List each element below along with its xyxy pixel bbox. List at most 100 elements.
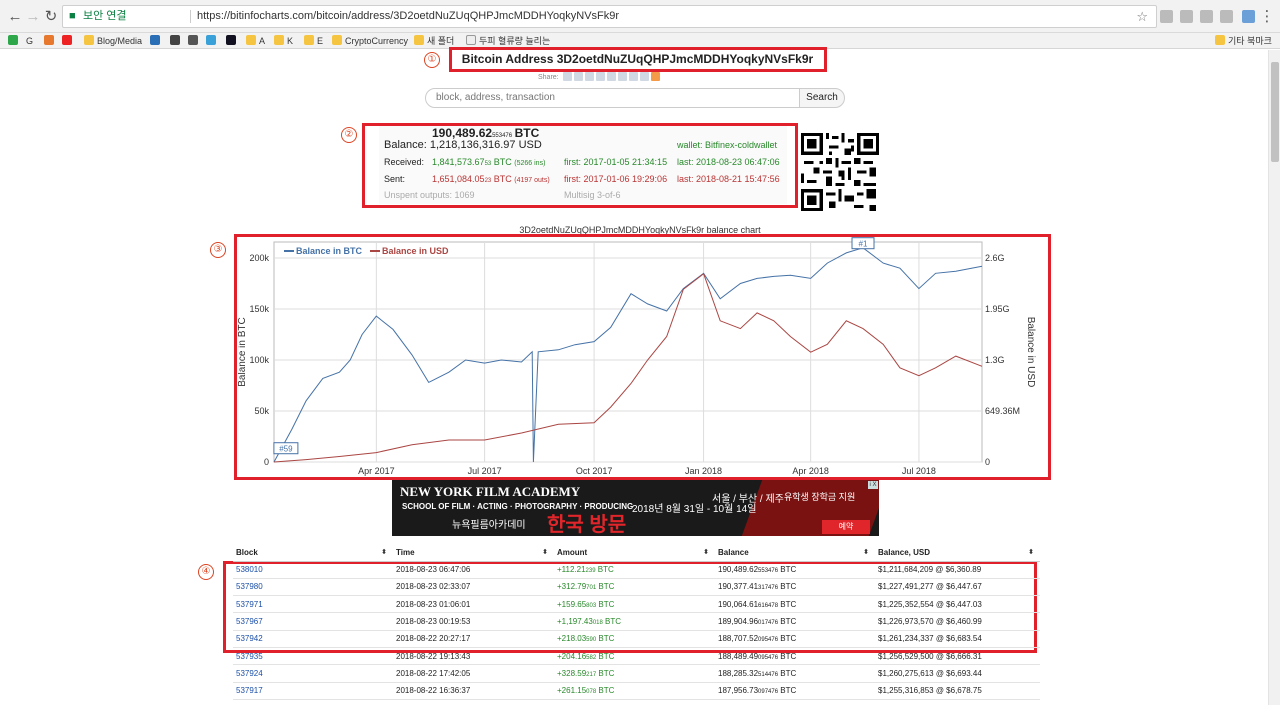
folder-icon: [1215, 35, 1225, 45]
tx-balance-usd: $1,255,316,853 @ $6,678.75: [875, 682, 1040, 700]
tx-balance: 190,377.41317476 BTC: [715, 578, 875, 597]
google-icon[interactable]: [617, 72, 627, 81]
sort-icon: ⬍: [1028, 549, 1034, 557]
y-tick-label: 0: [264, 457, 269, 467]
block-link[interactable]: 537924: [233, 664, 393, 683]
bookmark-item[interactable]: [150, 35, 163, 47]
bookmark-folder[interactable]: 새 폴더: [414, 35, 454, 47]
secure-label: 보안 연결: [83, 10, 127, 22]
folder-icon: [304, 35, 314, 45]
balance-summary: 190,489.62553476 BTC Balance: 1,218,136,…: [379, 126, 787, 204]
tx-balance-usd: $1,256,529,500 @ $6,666.31: [875, 647, 1040, 666]
advertisement-banner[interactable]: NEW YORK FILM ACADEMY SCHOOL OF FILM · A…: [392, 480, 879, 536]
bookmark-item[interactable]: [170, 35, 183, 47]
tx-balance-usd: $1,225,352,554 @ $6,447.03: [875, 595, 1040, 614]
like-icon[interactable]: [606, 72, 616, 81]
column-header-balance-usd[interactable]: Balance, USD ⬍: [875, 545, 1040, 562]
bookmark-item[interactable]: [226, 35, 239, 47]
google-plus-icon[interactable]: [639, 72, 649, 81]
bookmark-item[interactable]: [62, 35, 75, 47]
facebook-icon[interactable]: [628, 72, 638, 81]
scrollbar-thumb[interactable]: [1271, 62, 1279, 162]
column-header-time[interactable]: Time ⬍: [393, 545, 554, 562]
block-link[interactable]: 537967: [233, 612, 393, 631]
bookmark-item[interactable]: 두피 혈류량 늘리는: [466, 35, 550, 47]
reload-icon[interactable]: ↻: [42, 8, 60, 26]
search-input[interactable]: block, address, transaction: [425, 88, 800, 108]
bookmark-item[interactable]: [44, 35, 57, 47]
tx-time: 2018-08-22 20:27:17: [393, 630, 554, 648]
bookmark-folder[interactable]: K: [274, 35, 293, 47]
column-header-block[interactable]: Block ⬍: [233, 545, 393, 562]
sent-amount: 1,651,084.0523 BTC (4197 outs): [432, 174, 550, 184]
x-tick-label: Apr 2017: [358, 466, 395, 476]
table-row: 537924 2018-08-22 17:42:05 +328.59217 BTC 1…: [233, 664, 1040, 683]
wallet-link[interactable]: wallet: Bitfinex-coldwallet: [677, 140, 777, 150]
bookmark-item[interactable]: [8, 35, 21, 47]
x-tick-label: Oct 2017: [576, 466, 613, 476]
received-last: last: 2018-08-23 06:47:06: [677, 157, 780, 167]
column-header-amount[interactable]: Amount ⬍: [554, 545, 715, 562]
ad-cta-button[interactable]: 예약: [822, 520, 870, 534]
twitter-icon[interactable]: [573, 72, 583, 81]
block-link[interactable]: 537971: [233, 595, 393, 614]
y2-tick-label: 649.36M: [985, 406, 1020, 416]
tx-amount: +328.59217 BTC: [554, 664, 715, 683]
tx-amount: +312.79701 BTC: [554, 578, 715, 597]
y2-tick-label: 1.95G: [985, 304, 1010, 314]
bookmark-folder[interactable]: E: [304, 35, 323, 47]
column-header-balance[interactable]: Balance ⬍: [715, 545, 875, 562]
page-title: Bitcoin Address 3D2oetdNuZUqQHPJmcMDDHYo…: [461, 52, 814, 66]
extension-icon[interactable]: [1160, 10, 1173, 23]
bookmark-item[interactable]: G: [26, 35, 33, 47]
forward-icon[interactable]: →: [24, 8, 42, 26]
bookmark-folder[interactable]: CryptoCurrency: [332, 35, 408, 47]
y2-tick-label: 2.6G: [985, 253, 1005, 263]
share-bar: Share:: [538, 72, 660, 84]
flag-label-59: #59: [279, 445, 293, 454]
received-amount: 1,841,573.6753 BTC (5266 ins): [432, 157, 546, 167]
table-row: 537980 2018-08-23 02:33:07 +312.79701 BTC 1…: [233, 578, 1040, 597]
share-label: Share:: [538, 74, 559, 81]
bookmark-item[interactable]: [188, 35, 201, 47]
x-tick-label: Jul 2018: [902, 466, 936, 476]
extension-icon[interactable]: [1242, 10, 1255, 23]
menu-icon[interactable]: ⋮: [1258, 8, 1276, 26]
tx-balance: 188,489.49095476 BTC: [715, 647, 875, 666]
legend-label-usd: Balance in USD: [382, 246, 449, 256]
bookmark-star-icon[interactable]: ☆: [1136, 6, 1148, 27]
url-text[interactable]: https://bitinfocharts.com/bitcoin/addres…: [197, 6, 619, 27]
reddit-icon[interactable]: [562, 72, 572, 81]
extension-icon[interactable]: [1220, 10, 1233, 23]
page-scrollbar[interactable]: [1268, 50, 1280, 705]
block-link[interactable]: 537942: [233, 630, 393, 648]
unspent-outputs: Unspent outputs: 1069: [384, 190, 475, 200]
sort-icon: ⬍: [381, 549, 387, 557]
folder-icon: [246, 35, 256, 45]
extension-icon[interactable]: [1200, 10, 1213, 23]
tx-time: 2018-08-23 02:33:07: [393, 578, 554, 597]
blogger-icon[interactable]: [650, 72, 660, 81]
tx-balance: 187,956.73097476 BTC: [715, 682, 875, 700]
search-button[interactable]: Search: [799, 88, 845, 108]
annotation-marker-4: ④: [198, 564, 214, 580]
bookmark-folder[interactable]: A: [246, 35, 265, 47]
ad-close-icon[interactable]: i X: [868, 481, 878, 489]
sort-icon: ⬍: [542, 549, 548, 557]
block-link[interactable]: 537917: [233, 682, 393, 700]
tx-amount: +159.65803 BTC: [554, 595, 715, 614]
bookmark-folder[interactable]: Blog/Media: [84, 35, 142, 47]
block-link[interactable]: 537935: [233, 647, 393, 666]
block-link[interactable]: 537980: [233, 578, 393, 597]
block-link[interactable]: 538010: [233, 561, 393, 579]
address-bar[interactable]: ■ 보안 연결 https://bitinfocharts.com/bitcoi…: [62, 5, 1157, 28]
back-icon[interactable]: ←: [6, 8, 24, 26]
extension-icon[interactable]: [1180, 10, 1193, 23]
vk-icon[interactable]: [584, 72, 594, 81]
tx-balance: 188,285.32514476 BTC: [715, 664, 875, 683]
bookmark-folder[interactable]: 기타 북마크: [1215, 35, 1272, 47]
folder-icon: [332, 35, 342, 45]
weibo-icon[interactable]: [595, 72, 605, 81]
folder-icon: [274, 35, 284, 45]
bookmark-item[interactable]: [206, 35, 219, 47]
